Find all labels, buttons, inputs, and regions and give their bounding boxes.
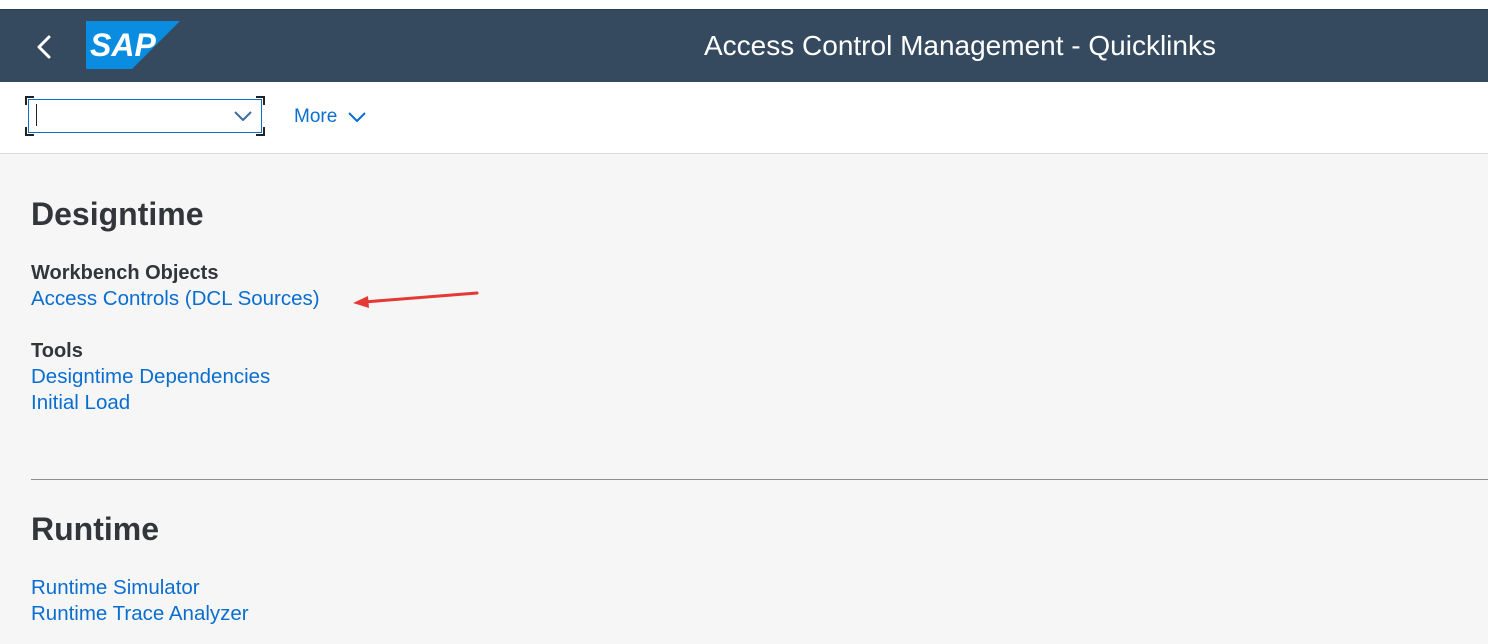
link-access-controls[interactable]: Access Controls (DCL Sources) <box>31 286 320 312</box>
logo-text: SAP <box>90 27 156 63</box>
focus-corner <box>25 96 34 105</box>
more-label: More <box>294 106 338 127</box>
red-arrow-icon <box>353 291 479 308</box>
combobox-input[interactable] <box>37 104 217 126</box>
app-title: Access Control Management - Quicklinks <box>704 30 1216 61</box>
toolbar: More <box>0 82 1488 154</box>
focus-corner <box>256 96 265 105</box>
chevron-down-icon <box>348 112 367 122</box>
navigation-combobox[interactable] <box>25 96 265 136</box>
link-designtime-dependencies[interactable]: Designtime Dependencies <box>31 364 270 390</box>
link-initial-load[interactable]: Initial Load <box>31 390 130 416</box>
section-title-runtime: Runtime <box>31 511 159 547</box>
more-menu-button[interactable]: More <box>294 106 367 128</box>
link-runtime-simulator[interactable]: Runtime Simulator <box>31 575 200 601</box>
shell-bar: SAP Access Control Management - Quicklin… <box>0 9 1488 83</box>
focus-corner <box>25 127 34 136</box>
chevron-down-icon[interactable] <box>233 109 253 127</box>
back-button[interactable] <box>28 28 62 66</box>
group-title-tools: Tools <box>31 340 83 362</box>
top-strip <box>0 0 1488 9</box>
section-title-designtime: Designtime <box>31 196 204 232</box>
group-title-workbench-objects: Workbench Objects <box>31 262 219 284</box>
sap-logo[interactable]: SAP <box>86 21 180 74</box>
focus-corner <box>256 127 265 136</box>
chevron-left-icon <box>37 35 51 59</box>
section-divider <box>31 479 1488 480</box>
link-runtime-trace-analyzer[interactable]: Runtime Trace Analyzer <box>31 601 249 627</box>
